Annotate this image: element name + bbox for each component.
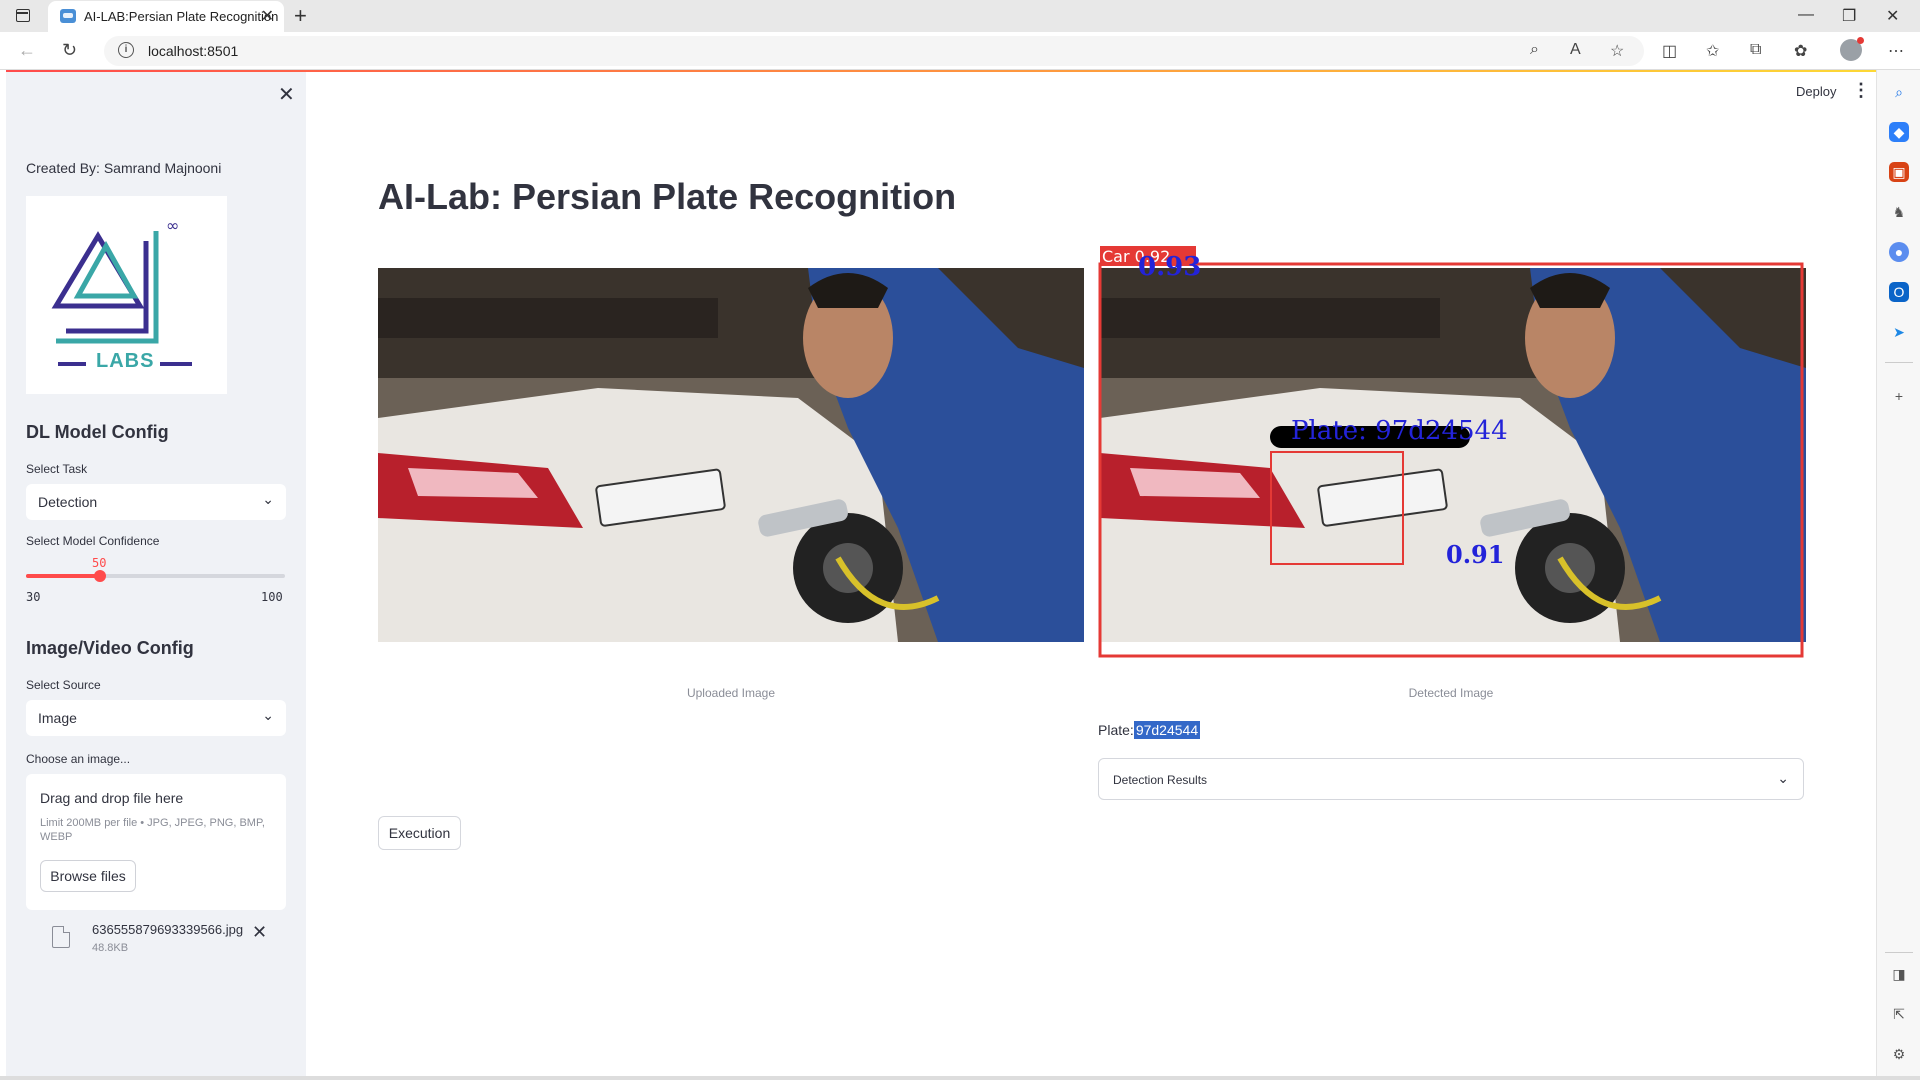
split-screen-icon[interactable]: ◫ — [1662, 41, 1677, 61]
app-sidebar: ✕ Created By: Samrand Majnooni ∞ LABS DL… — [6, 72, 306, 1077]
media-config-heading: Image/Video Config — [26, 638, 194, 658]
back-icon[interactable]: ← — [18, 40, 36, 61]
source-label: Select Source — [26, 678, 101, 692]
settings-gear-icon[interactable]: ⚙ — [1889, 1044, 1909, 1064]
browser-tab[interactable]: AI-LAB:Persian Plate Recognition ✕ — [48, 1, 284, 32]
edge-divider — [1885, 952, 1913, 953]
svg-text:∞: ∞ — [166, 216, 179, 235]
task-label: Select Task — [26, 462, 88, 476]
detected-image: Car 0.92 0.93 Plate: 97d24544 0.91 — [1098, 246, 1806, 658]
minimize-icon[interactable]: — — [1798, 6, 1814, 24]
source-select-value: Image — [38, 710, 77, 726]
main-menu-icon[interactable]: ⋮ — [1852, 80, 1870, 101]
plate-result-prefix: Plate: — [1098, 722, 1134, 738]
confidence-min-label: 30 — [26, 590, 41, 604]
plate-box-label: Plate: 97d24544 — [1291, 416, 1508, 446]
confidence-label: Select Model Confidence — [26, 534, 160, 548]
plate-confidence-label: 0.91 — [1446, 540, 1505, 569]
send-icon[interactable]: ➤ — [1889, 322, 1909, 342]
collections-icon[interactable]: ⧉ — [1750, 41, 1761, 59]
uploaded-file-name: 636555879693339566.jpg — [92, 922, 244, 937]
uploaded-image — [378, 268, 1084, 642]
search-icon[interactable]: ⌕ — [1889, 82, 1909, 102]
expander-label: Detection Results — [1113, 773, 1208, 787]
chevron-down-icon: ⌄ — [1777, 770, 1789, 786]
shopping-icon[interactable]: ◆ — [1889, 122, 1909, 142]
detection-results-expander[interactable]: Detection Results ⌄ — [1098, 758, 1804, 800]
tab-title: AI-LAB:Persian Plate Recognition — [84, 9, 279, 24]
close-window-icon[interactable]: ✕ — [1886, 6, 1899, 26]
uploaded-file-row: 636555879693339566.jpg 48.8KB ✕ — [26, 918, 286, 968]
external-link-icon[interactable]: ⇱ — [1889, 1004, 1909, 1024]
car-photo-illustration — [378, 268, 1084, 642]
author-credit: Created By: Samrand Majnooni — [26, 160, 222, 176]
page-title: AI-Lab: Persian Plate Recognition — [378, 176, 957, 217]
read-aloud-icon[interactable]: A — [1570, 41, 1581, 59]
restore-icon[interactable]: ❐ — [1842, 6, 1856, 26]
sidebar-close-icon[interactable]: ✕ — [278, 82, 295, 107]
uploaded-file-size: 48.8KB — [92, 942, 129, 954]
favorite-star-icon[interactable]: ☆ — [1610, 41, 1624, 61]
upload-label: Choose an image... — [26, 752, 131, 766]
outlook-icon[interactable]: O — [1889, 282, 1909, 302]
ai-labs-logo: ∞ LABS — [26, 196, 227, 394]
source-select[interactable]: Image ⌄ — [26, 700, 286, 736]
tab-actions-icon[interactable] — [16, 9, 30, 22]
file-icon — [52, 926, 70, 948]
add-icon[interactable]: + — [1889, 386, 1909, 406]
more-menu-icon[interactable]: ⋯ — [1888, 41, 1904, 61]
extensions-icon[interactable]: ✿ — [1794, 41, 1807, 61]
favorites-icon[interactable]: ✩ — [1706, 41, 1719, 61]
zoom-icon[interactable]: ⌕ — [1530, 41, 1539, 59]
model-config-heading: DL Model Config — [26, 422, 169, 442]
plate-result: Plate: 97d24544 — [1098, 721, 1201, 739]
plate-result-value: 97d24544 — [1133, 721, 1201, 739]
dropzone-limits: Limit 200MB per file • JPG, JPEG, PNG, B… — [40, 817, 265, 843]
detected-photo-illustration — [1098, 246, 1806, 658]
tab-close-icon[interactable]: ✕ — [261, 6, 274, 26]
streamlit-favicon-icon — [60, 9, 76, 23]
sidebar-toggle-icon[interactable]: ◨ — [1889, 964, 1909, 984]
chevron-down-icon: ⌄ — [262, 707, 274, 723]
task-select[interactable]: Detection ⌄ — [26, 484, 286, 520]
car-confidence-label: 0.93 — [1138, 252, 1202, 282]
chevron-down-icon: ⌄ — [262, 491, 274, 507]
confidence-slider-fill — [26, 574, 100, 578]
browser-tabbar: AI-LAB:Persian Plate Recognition ✕ + — ❐… — [0, 0, 1920, 32]
copilot-icon[interactable]: ● — [1889, 242, 1909, 262]
notification-dot — [1857, 37, 1864, 44]
confidence-slider-thumb[interactable] — [93, 570, 106, 582]
confidence-max-label: 100 — [261, 590, 283, 604]
taskbar-strip — [0, 1076, 1920, 1080]
url-field[interactable]: i localhost:8501 — [104, 36, 1644, 66]
new-tab-icon[interactable]: + — [294, 3, 307, 29]
remove-file-icon[interactable]: ✕ — [252, 922, 267, 943]
detected-image-caption: Detected Image — [1408, 686, 1494, 700]
uploaded-image-caption: Uploaded Image — [686, 686, 776, 700]
games-icon[interactable]: ♞ — [1889, 202, 1909, 222]
logo-text: LABS — [96, 350, 155, 372]
edge-divider — [1885, 362, 1913, 363]
execution-button[interactable]: Execution — [378, 816, 461, 850]
browse-files-button[interactable]: Browse files — [40, 860, 136, 892]
task-select-value: Detection — [38, 494, 98, 510]
file-dropzone[interactable]: Drag and drop file here Limit 200MB per … — [26, 774, 286, 910]
url-text[interactable]: localhost:8501 — [148, 43, 238, 59]
dropzone-title: Drag and drop file here — [40, 790, 184, 806]
confidence-slider-value: 50 — [91, 556, 107, 570]
deploy-button[interactable]: Deploy — [1796, 84, 1836, 99]
edge-sidebar: ⌕ ◆ ▣ ♞ ● O ➤ + ◨ ⇱ ⚙ — [1876, 70, 1920, 1080]
site-info-icon[interactable]: i — [118, 42, 134, 58]
reload-icon[interactable]: ↻ — [62, 40, 77, 61]
tools-icon[interactable]: ▣ — [1889, 162, 1909, 182]
address-bar: ← ↻ i localhost:8501 ⌕ A ☆ ◫ ✩ ⧉ ✿ ⋯ — [0, 32, 1920, 70]
